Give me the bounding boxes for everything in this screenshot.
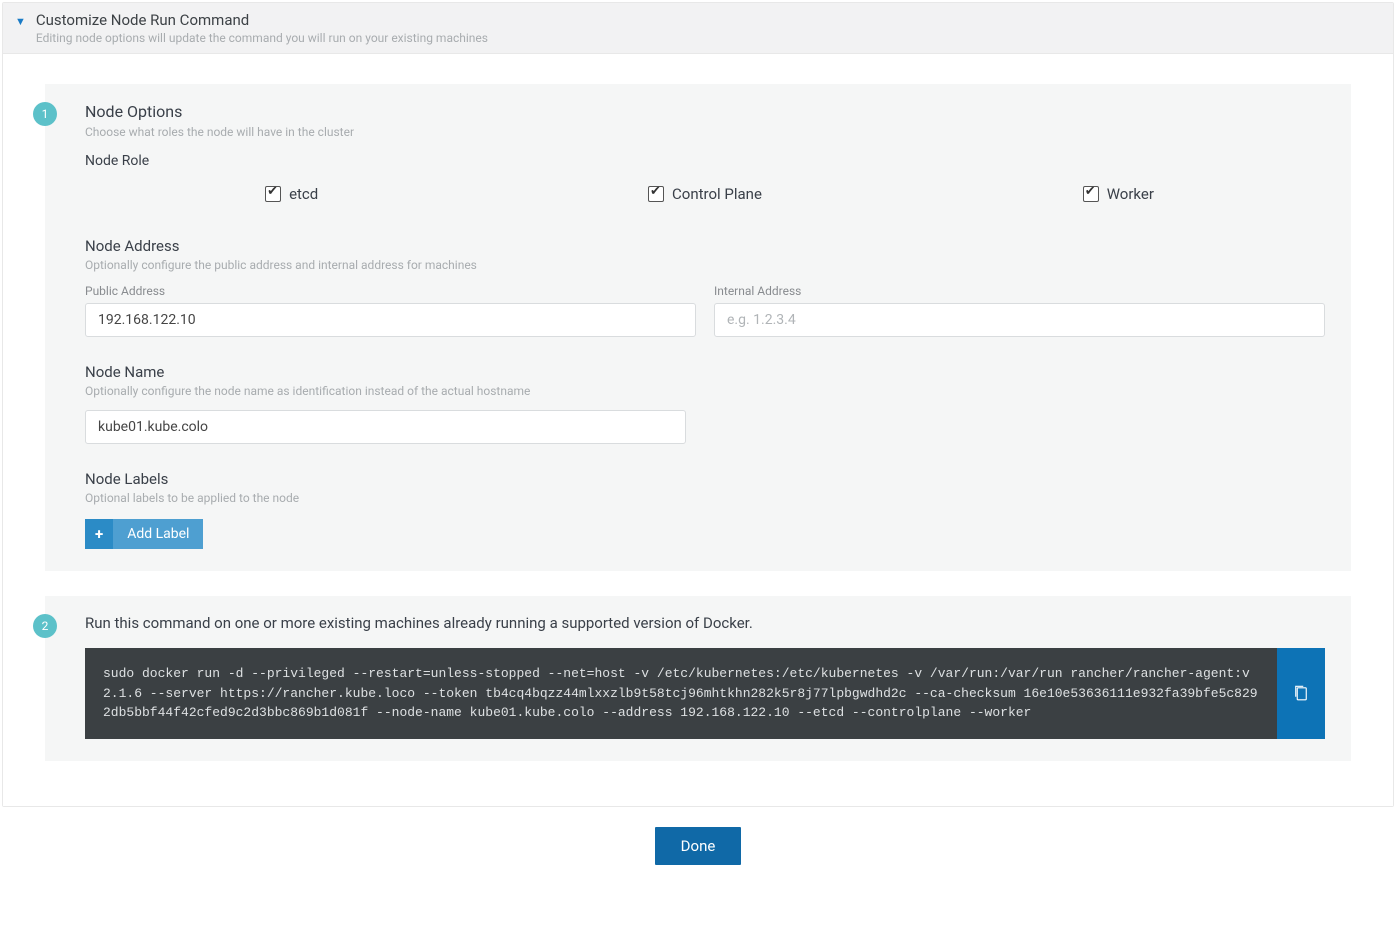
role-etcd[interactable]: etcd (85, 185, 498, 203)
step-1-badge: 1 (33, 102, 57, 126)
role-etcd-label: etcd (289, 185, 318, 203)
step-2-title: Run this command on one or more existing… (85, 614, 1325, 632)
footer: Done (0, 809, 1396, 889)
clipboard-icon (1292, 683, 1310, 703)
panel-subtitle: Editing node options will update the com… (36, 31, 1381, 45)
internal-address-input[interactable] (714, 303, 1325, 337)
panel-title: Customize Node Run Command (36, 11, 1381, 29)
checkbox-icon[interactable] (265, 186, 281, 202)
add-label-button[interactable]: + Add Label (85, 519, 203, 549)
command-output[interactable]: sudo docker run -d --privileged --restar… (85, 648, 1277, 739)
step-2-badge: 2 (33, 614, 57, 638)
header-titles: Customize Node Run Command Editing node … (36, 11, 1381, 45)
node-role-label: Node Role (85, 153, 1325, 169)
node-name-block: Node Name Optionally configure the node … (85, 363, 1325, 444)
add-label-text: Add Label (113, 519, 203, 549)
node-name-input[interactable] (85, 410, 686, 444)
panel-header[interactable]: ▼ Customize Node Run Command Editing nod… (3, 3, 1393, 54)
plus-icon: + (85, 519, 113, 549)
node-name-title: Node Name (85, 363, 1325, 381)
node-labels-block: Node Labels Optional labels to be applie… (85, 470, 1325, 549)
role-worker-label: Worker (1107, 185, 1154, 203)
checkbox-icon[interactable] (648, 186, 664, 202)
node-address-block: Node Address Optionally configure the pu… (85, 237, 1325, 337)
main-panel: ▼ Customize Node Run Command Editing nod… (2, 2, 1394, 807)
role-worker[interactable]: Worker (912, 185, 1325, 203)
done-button[interactable]: Done (655, 827, 742, 865)
node-address-title: Node Address (85, 237, 1325, 255)
step-2-section: 2 Run this command on one or more existi… (45, 596, 1351, 761)
checkbox-icon[interactable] (1083, 186, 1099, 202)
collapse-caret-icon[interactable]: ▼ (15, 15, 26, 28)
role-control-plane-label: Control Plane (672, 185, 762, 203)
node-options-title: Node Options (85, 102, 1325, 121)
copy-command-button[interactable] (1277, 648, 1325, 739)
node-labels-subtitle: Optional labels to be applied to the nod… (85, 491, 1325, 505)
role-control-plane[interactable]: Control Plane (498, 185, 911, 203)
panel-body: 1 Node Options Choose what roles the nod… (3, 54, 1393, 806)
node-options-subtitle: Choose what roles the node will have in … (85, 125, 1325, 139)
node-name-subtitle: Optionally configure the node name as id… (85, 384, 1325, 398)
step-1-section: 1 Node Options Choose what roles the nod… (45, 84, 1351, 571)
node-roles-row: etcd Control Plane Worker (85, 177, 1325, 227)
public-address-input[interactable] (85, 303, 696, 337)
public-address-label: Public Address (85, 284, 696, 298)
node-address-subtitle: Optionally configure the public address … (85, 258, 1325, 272)
internal-address-label: Internal Address (714, 284, 1325, 298)
command-row: sudo docker run -d --privileged --restar… (85, 648, 1325, 739)
node-labels-title: Node Labels (85, 470, 1325, 488)
